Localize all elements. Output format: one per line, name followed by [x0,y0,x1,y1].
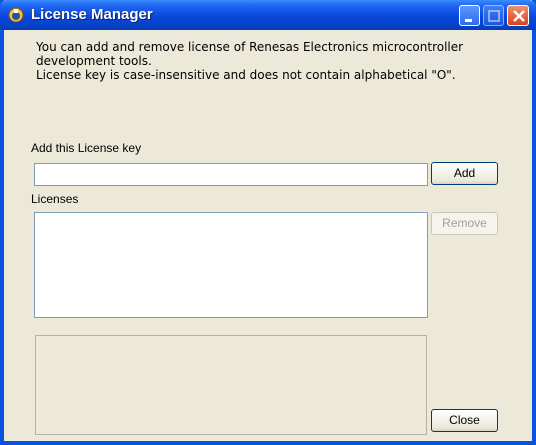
app-icon [8,7,24,23]
close-button[interactable]: Close [431,409,498,432]
window-title: License Manager [31,6,153,23]
description-line: You can add and remove license of Renesa… [36,40,464,54]
close-icon [513,10,525,22]
description-text: You can add and remove license of Renesa… [36,40,516,82]
remove-button: Remove [431,212,498,235]
license-key-input[interactable] [34,163,428,186]
description-line: development tools. [36,54,152,68]
license-manager-window: License Manager You can add and remove l… [0,0,536,445]
license-details-panel [35,335,427,435]
minimize-button[interactable] [459,5,480,26]
maximize-button [483,5,504,26]
licenses-label: Licenses [31,192,79,206]
close-window-button[interactable] [507,5,529,26]
licenses-list[interactable] [34,212,428,318]
title-bar[interactable]: License Manager [0,0,536,30]
add-button[interactable]: Add [431,162,498,185]
description-line: License key is case-insensitive and does… [36,68,456,82]
add-license-key-label: Add this License key [31,141,142,155]
maximize-icon [488,10,500,22]
minimize-icon [465,19,472,22]
